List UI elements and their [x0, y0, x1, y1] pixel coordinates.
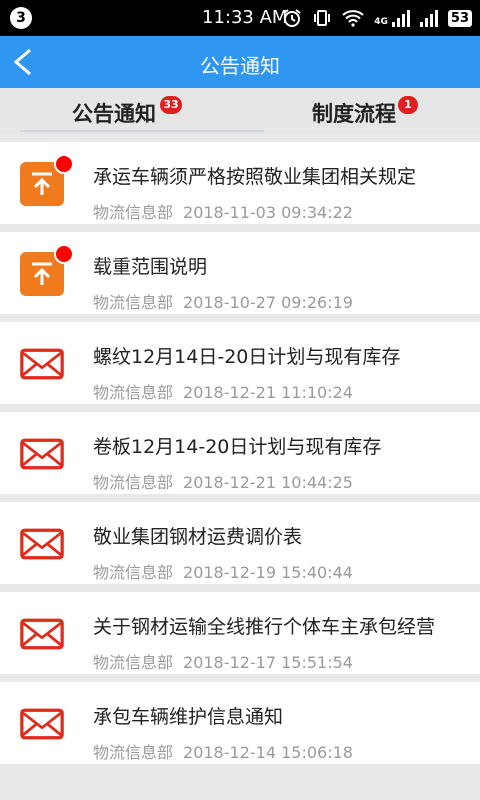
item-department: 物流信息部 [93, 293, 174, 312]
item-title: 载重范围说明 [93, 256, 208, 278]
item-department: 物流信息部 [93, 743, 174, 762]
mail-icon [20, 438, 64, 470]
mail-icon [20, 528, 64, 560]
item-datetime: 2018-12-21 11:10:24 [183, 383, 353, 402]
item-title: 承包车辆维护信息通知 [93, 706, 284, 728]
item-meta: 物流信息部 2018-12-21 10:44:25 [93, 469, 353, 493]
item-datetime: 2018-12-21 10:44:25 [183, 473, 353, 492]
vibrate-icon [314, 10, 331, 26]
item-datetime: 2018-12-17 15:51:54 [183, 653, 353, 672]
alarm-icon [283, 9, 301, 27]
app-header: 公告通知 [0, 36, 480, 88]
unread-dot [54, 154, 74, 174]
item-department: 物流信息部 [93, 473, 174, 492]
list-item[interactable]: 螺纹12月14日-20日计划与现有库存 物流信息部 2018-12-21 11:1… [0, 322, 480, 404]
list-item[interactable]: 承包车辆维护信息通知 物流信息部 2018-12-14 15:06:18 [0, 682, 480, 764]
list-item[interactable]: 关于钢材运输全线推行个体车主承包经营 物流信息部 2018-12-17 15:51… [0, 592, 480, 674]
tab-bar: 公告通知 33 制度流程 1 [0, 88, 480, 134]
item-title: 承运车辆须严格按照敬业集团相关规定 [93, 166, 417, 188]
item-datetime: 2018-11-03 09:34:22 [183, 203, 353, 222]
item-meta: 物流信息部 2018-11-03 09:34:22 [93, 199, 353, 223]
item-department: 物流信息部 [93, 653, 174, 672]
item-meta: 物流信息部 2018-12-19 15:40:44 [93, 559, 353, 583]
item-meta: 物流信息部 2018-12-21 11:10:24 [93, 379, 353, 403]
status-icons: 4G 53 [282, 5, 472, 31]
list-item[interactable]: 卷板12月14-20日计划与现有库存 物流信息部 2018-12-21 10:44… [0, 412, 480, 494]
item-meta: 物流信息部 2018-12-17 15:51:54 [93, 649, 353, 673]
tab-policies[interactable]: 制度流程 1 [312, 96, 418, 128]
unread-dot [54, 244, 74, 264]
item-department: 物流信息部 [93, 563, 174, 582]
item-meta: 物流信息部 2018-12-14 15:06:18 [93, 739, 353, 763]
item-title: 卷板12月14-20日计划与现有库存 [93, 436, 382, 458]
tab-label: 制度流程 [312, 102, 396, 126]
status-bar: 3 11:33 AM 4G 53 [0, 0, 480, 36]
item-department: 物流信息部 [93, 383, 174, 402]
item-title: 螺纹12月14日-20日计划与现有库存 [93, 346, 401, 368]
tab-announcements[interactable]: 公告通知 33 [72, 96, 182, 128]
mail-icon [20, 348, 64, 380]
tab-label: 公告通知 [72, 102, 156, 126]
page-title: 公告通知 [200, 54, 280, 78]
item-title: 敬业集团钢材运费调价表 [93, 526, 303, 548]
mail-icon [20, 618, 64, 650]
notification-count-badge: 3 [10, 7, 32, 29]
unread-count-badge: 1 [398, 96, 418, 114]
item-meta: 物流信息部 2018-10-27 09:26:19 [93, 289, 353, 313]
unread-count-badge: 33 [160, 96, 182, 114]
item-title: 关于钢材运输全线推行个体车主承包经营 [93, 616, 436, 638]
wifi-icon [342, 10, 364, 27]
notice-list: 承运车辆须严格按照敬业集团相关规定 物流信息部 2018-11-03 09:34:… [0, 142, 480, 772]
signal-icon: 4G [374, 9, 410, 27]
item-department: 物流信息部 [93, 203, 174, 222]
list-item[interactable]: 载重范围说明 物流信息部 2018-10-27 09:26:19 [0, 232, 480, 314]
list-item[interactable]: 承运车辆须严格按照敬业集团相关规定 物流信息部 2018-11-03 09:34:… [0, 142, 480, 224]
signal-2-icon [419, 9, 438, 27]
list-item[interactable]: 敬业集团钢材运费调价表 物流信息部 2018-12-19 15:40:44 [0, 502, 480, 584]
item-datetime: 2018-12-14 15:06:18 [183, 743, 353, 762]
active-tab-indicator [20, 130, 264, 132]
item-datetime: 2018-10-27 09:26:19 [183, 293, 353, 312]
battery-level: 53 [447, 9, 472, 27]
status-time: 11:33 AM [202, 7, 288, 28]
mail-icon [20, 708, 64, 740]
item-datetime: 2018-12-19 15:40:44 [183, 563, 353, 582]
